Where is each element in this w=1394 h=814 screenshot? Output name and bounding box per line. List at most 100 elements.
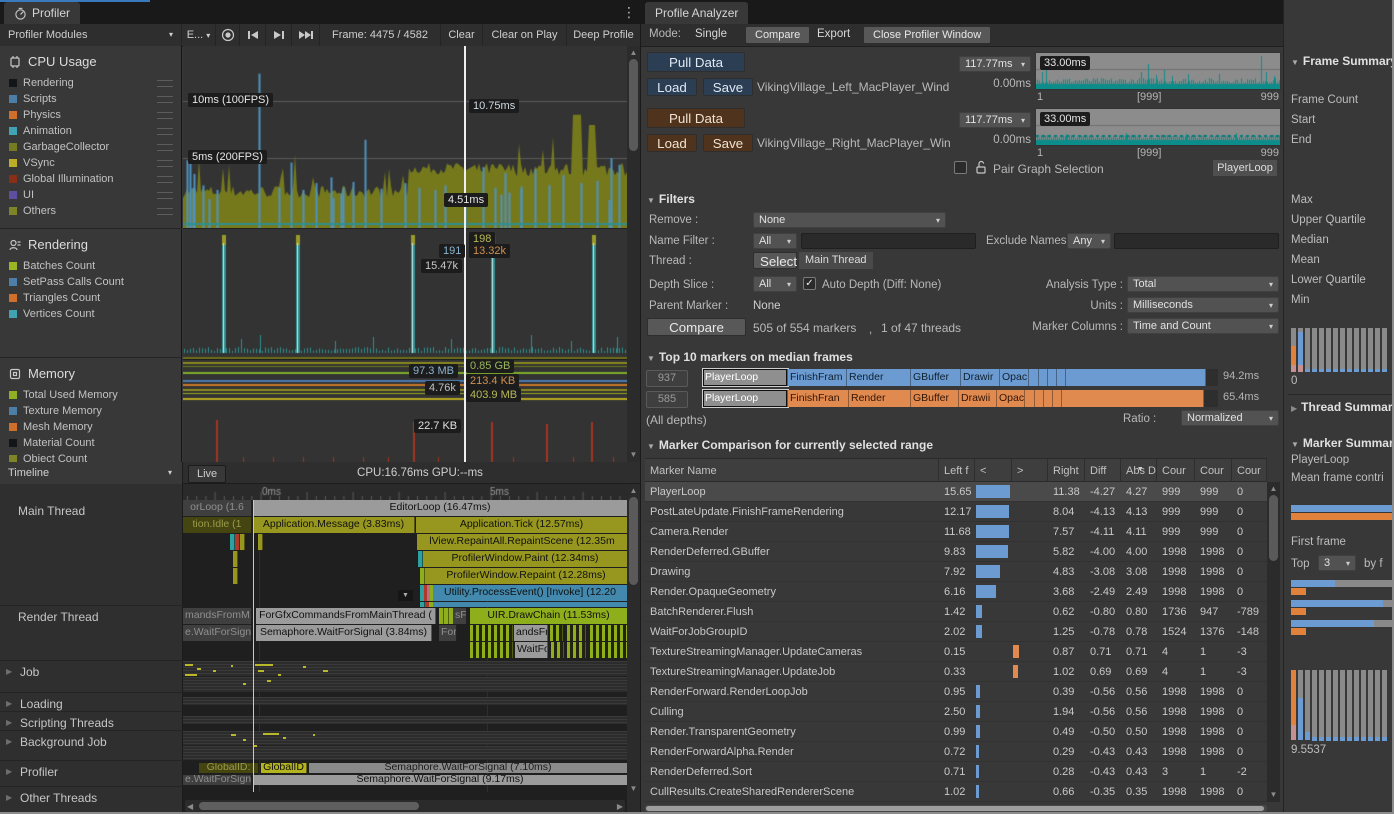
column-header[interactable]: Cour	[1157, 459, 1195, 483]
top10-segment[interactable]	[1062, 390, 1204, 407]
median-frame-right-button[interactable]: 585	[646, 391, 688, 408]
drag-handle-icon[interactable]	[157, 144, 173, 151]
top10-segment[interactable]	[1029, 369, 1039, 386]
top10-segment[interactable]	[1025, 390, 1035, 407]
timeline-span[interactable]: orLoop (1.6	[183, 500, 252, 516]
timeline-span[interactable]: ProfilerWindow.Paint (12.34ms)	[423, 551, 627, 567]
thread-select-button[interactable]: Select	[753, 252, 797, 269]
filters-header[interactable]: ▼Filters	[647, 192, 695, 206]
timeline-span[interactable]	[567, 642, 586, 658]
compare-button[interactable]: Compare	[647, 318, 746, 336]
timeline-span[interactable]: Semaphore.WaitForSignal (7.10ms)	[309, 763, 627, 773]
table-row[interactable]: BatchRenderer.Flush1.420.62-0.800.801736…	[645, 602, 1267, 622]
timeline-span[interactable]: ProfilerWindow.Repaint (12.28ms)	[425, 568, 627, 584]
table-row[interactable]: Camera.Render11.687.57-4.114.119999990	[645, 522, 1267, 542]
top10-segment[interactable]: FinishFram	[788, 369, 847, 386]
thread-group-profiler[interactable]: ▶Profiler	[0, 761, 183, 787]
tab-profiler[interactable]: Profiler	[4, 2, 80, 24]
expander-icon[interactable]: ▶	[6, 718, 12, 727]
load-right-button[interactable]: Load	[647, 134, 697, 152]
timeline-span[interactable]	[233, 568, 238, 584]
timeline-span[interactable]: UIR.DrawChain (11.53ms)	[470, 608, 627, 624]
drag-handle-icon[interactable]	[157, 160, 173, 167]
timeline-span[interactable]	[590, 642, 627, 658]
units-dropdown[interactable]: Milliseconds▾	[1127, 297, 1279, 313]
comparison-header[interactable]: ▼Marker Comparison for currently selecte…	[647, 438, 933, 452]
timeline-span[interactable]: andsFrom	[514, 625, 548, 641]
drag-handle-icon[interactable]	[157, 128, 173, 135]
drag-handle-icon[interactable]	[157, 208, 173, 215]
timeline-vscrollbar[interactable]: ▲ ▼	[627, 484, 640, 814]
timeline-span[interactable]	[433, 602, 627, 607]
timeline-span[interactable]: e.WaitForSigna	[183, 775, 252, 785]
top10-segment[interactable]: Drawir	[961, 369, 1000, 386]
comparison-vscrollbar[interactable]: ▲ ▼	[1267, 482, 1280, 802]
record-button[interactable]	[216, 24, 240, 46]
top10-bar-left[interactable]: PlayerLoopFinishFramRenderGBufferDrawirO…	[703, 369, 1218, 386]
scroll-down-icon[interactable]: ▼	[1267, 790, 1280, 799]
legend-item[interactable]: Vertices Count	[0, 306, 181, 322]
save-right-button[interactable]: Save	[703, 134, 753, 152]
table-row[interactable]: RenderForwardAlpha.Render0.720.29-0.430.…	[645, 742, 1267, 762]
top10-header[interactable]: ▼Top 10 markers on median frames	[647, 350, 853, 364]
module-memory-header[interactable]: Memory	[0, 358, 181, 387]
profiler-kebab-icon[interactable]: ⋮	[622, 4, 636, 21]
legend-item[interactable]: Scripts	[0, 91, 181, 107]
name-filter-mode-dropdown[interactable]: All▾	[753, 233, 797, 249]
column-header[interactable]: Abs D▼	[1121, 459, 1157, 483]
expand-row-icon[interactable]: ▼	[398, 590, 413, 601]
module-rendering-header[interactable]: Rendering	[0, 229, 181, 258]
mode-compare-button[interactable]: Compare	[745, 26, 810, 44]
deep-profile-button[interactable]: Deep Profile	[567, 24, 640, 46]
tab-profile-analyzer[interactable]: Profile Analyzer	[645, 2, 748, 24]
top10-segment[interactable]: PlayerLoop	[703, 390, 788, 407]
view-mode-dropdown[interactable]: Timeline ▾	[0, 462, 183, 484]
timeline-vscrollbar-thumb[interactable]	[629, 497, 638, 585]
top10-bar-right[interactable]: PlayerLoopFinishFranRenderGBufferDrawiiO…	[703, 390, 1218, 407]
pull-data-right-button[interactable]: Pull Data	[647, 108, 745, 128]
top10-segment[interactable]: Drawii	[959, 390, 997, 407]
thread-group-loading[interactable]: ▶Loading	[0, 693, 183, 712]
close-profiler-window-button[interactable]: Close Profiler Window	[863, 26, 991, 44]
expander-icon[interactable]: ▶	[6, 767, 12, 776]
timeline-span[interactable]	[567, 625, 586, 641]
comparison-vscrollbar-thumb[interactable]	[1269, 495, 1278, 561]
pull-data-left-button[interactable]: Pull Data	[647, 52, 745, 72]
timeline-span[interactable]: Application.Message (3.83ms)	[253, 517, 415, 533]
expander-icon[interactable]: ▶	[6, 793, 12, 802]
thread-group-render-thread[interactable]: Render Thread	[0, 606, 183, 661]
ratio-dropdown[interactable]: Normalized▾	[1181, 410, 1279, 426]
timeline-span[interactable]: Application.Tick (12.57ms)	[416, 517, 627, 533]
table-row[interactable]: RenderDeferred.Sort0.710.28-0.430.4331-2	[645, 762, 1267, 782]
scroll-up-icon[interactable]: ▲	[1267, 484, 1280, 493]
top10-segment[interactable]: PlayerLoop	[703, 369, 788, 386]
profiler-modules-dropdown[interactable]: Profiler Modules ▾	[0, 24, 182, 46]
save-left-button[interactable]: Save	[703, 78, 753, 96]
clear-button[interactable]: Clear	[441, 24, 483, 46]
timeline-span[interactable]	[550, 625, 563, 641]
mode-single-button[interactable]: Single	[695, 28, 727, 40]
table-row[interactable]: PostLateUpdate.FinishFrameRendering12.17…	[645, 502, 1267, 522]
legend-item[interactable]: UI	[0, 187, 181, 203]
timeline-span[interactable]	[551, 642, 564, 658]
table-row[interactable]: CullResults.CreateSharedRendererScene1.0…	[645, 782, 1267, 802]
top10-segment[interactable]: Opac	[997, 390, 1025, 407]
marker-summary-header[interactable]: ▼Marker Summar	[1291, 436, 1394, 450]
table-row[interactable]: RenderDeferred.GBuffer9.835.82-4.004.001…	[645, 542, 1267, 562]
legend-item[interactable]: Animation	[0, 123, 181, 139]
scroll-left-icon[interactable]: ◀	[187, 802, 193, 811]
top10-segment[interactable]: FinishFran	[788, 390, 849, 407]
range-dropdown-left[interactable]: 117.77ms▾	[959, 56, 1031, 72]
thread-group-scripting-threads[interactable]: ▶Scripting Threads	[0, 712, 183, 731]
range-dropdown-right[interactable]: 117.77ms▾	[959, 112, 1031, 128]
table-row[interactable]: Render.OpaqueGeometry6.163.68-2.492.4919…	[645, 582, 1267, 602]
next-frame-button[interactable]	[266, 24, 292, 46]
expander-icon[interactable]: ▶	[6, 699, 12, 708]
timeline-span[interactable]: ForGfxCommandsFromMainThread (	[256, 608, 436, 624]
legend-item[interactable]: Texture Memory	[0, 403, 181, 419]
top10-segment[interactable]: Opac	[1000, 369, 1029, 386]
top10-segment[interactable]	[1066, 369, 1206, 386]
timeline-span[interactable]: GlobalID	[261, 763, 307, 773]
timeline-span[interactable]: WaitForSig	[515, 642, 548, 658]
name-filter-input[interactable]	[801, 233, 976, 249]
